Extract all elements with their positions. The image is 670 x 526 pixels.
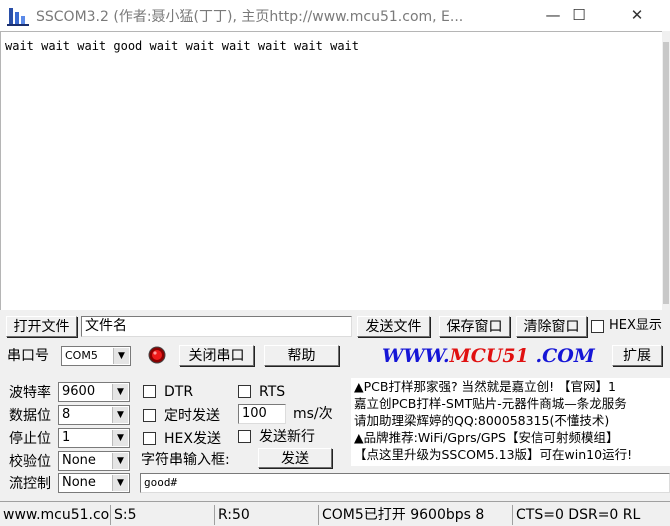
filename-input[interactable]: 文件名 xyxy=(81,316,352,337)
scrollbar-thumb[interactable] xyxy=(663,42,669,304)
hex-display-checkbox[interactable] xyxy=(591,320,604,333)
flow-label: 流控制 xyxy=(9,476,51,492)
dtr-checkbox[interactable] xyxy=(143,385,156,398)
expand-button[interactable]: 扩展 xyxy=(612,345,662,366)
chevron-down-icon: ▼ xyxy=(112,384,128,400)
baud-label: 波特率 xyxy=(9,385,51,401)
logo-www: WWW. xyxy=(382,345,450,367)
close-port-button[interactable]: 关闭串口 xyxy=(179,345,254,366)
dtr-label: DTR xyxy=(164,384,194,400)
status-separator xyxy=(318,505,319,525)
send-newline-label: 发送新行 xyxy=(259,429,315,445)
databits-select[interactable]: 8 ▼ xyxy=(58,405,130,425)
window-title: SSCOM3.2 (作者:聂小猛(丁丁), 主页http://www.mcu51… xyxy=(36,9,464,25)
flow-select[interactable]: None ▼ xyxy=(58,473,130,493)
chevron-down-icon: ▼ xyxy=(112,430,128,446)
baud-value: 9600 xyxy=(62,384,96,399)
status-separator xyxy=(512,505,513,525)
interval-unit-label: ms/次 xyxy=(293,406,333,422)
parity-label: 校验位 xyxy=(9,454,51,470)
databits-value: 8 xyxy=(62,407,71,422)
flow-value: None xyxy=(62,475,96,490)
help-button[interactable]: 帮助 xyxy=(264,345,339,366)
close-button[interactable]: ✕ xyxy=(614,0,660,31)
maximize-button[interactable]: ☐ xyxy=(556,0,602,31)
ad-line-1[interactable]: ▲PCB打样那家强? 当然就是嘉立创! 【官网】1 xyxy=(354,379,616,394)
send-newline-checkbox[interactable] xyxy=(238,430,251,443)
interval-input[interactable]: 100 xyxy=(238,404,286,424)
port-select[interactable]: COM5 ▼ xyxy=(61,346,131,366)
status-separator xyxy=(110,505,111,525)
status-lines: CTS=0 DSR=0 RL xyxy=(516,507,641,523)
hex-display-label: HEX显示 xyxy=(609,318,662,333)
ad-line-4[interactable]: ▲品牌推荐:WiFi/Gprs/GPS【安信可射频模组】 xyxy=(354,430,619,445)
chevron-down-icon: ▼ xyxy=(112,475,128,491)
status-site: www.mcu51.com xyxy=(3,507,109,523)
stopbits-value: 1 xyxy=(62,430,71,445)
rts-label: RTS xyxy=(259,384,286,400)
chevron-down-icon: ▼ xyxy=(112,453,128,469)
title-bar: SSCOM3.2 (作者:聂小猛(丁丁), 主页http://www.mcu51… xyxy=(0,0,670,31)
status-received: R:50 xyxy=(218,507,250,523)
receive-textarea[interactable]: wait wait wait good wait wait wait wait … xyxy=(0,31,662,310)
status-bar: www.mcu51.com S:5 R:50 COM5已打开 9600bps 8… xyxy=(0,501,670,526)
chevron-down-icon: ▼ xyxy=(112,407,128,423)
stopbits-label: 停止位 xyxy=(9,431,51,447)
ad-line-5[interactable]: 【点这里升级为SSCOM5.13版】可在win10运行! xyxy=(354,447,632,462)
send-button[interactable]: 发送 xyxy=(258,448,332,468)
timed-send-checkbox[interactable] xyxy=(143,409,156,422)
save-window-button[interactable]: 保存窗口 xyxy=(439,316,510,337)
status-port: COM5已打开 9600bps 8 xyxy=(322,507,485,523)
receive-text: wait wait wait good wait wait wait wait … xyxy=(5,39,360,53)
clear-window-button[interactable]: 清除窗口 xyxy=(516,316,587,337)
port-select-value: COM5 xyxy=(65,349,98,362)
open-file-button[interactable]: 打开文件 xyxy=(6,316,77,337)
port-label: 串口号 xyxy=(7,348,49,364)
hex-send-label: HEX发送 xyxy=(164,431,221,447)
parity-value: None xyxy=(62,453,96,468)
send-file-button[interactable]: 发送文件 xyxy=(357,316,430,337)
status-sent: S:5 xyxy=(114,507,137,523)
stopbits-select[interactable]: 1 ▼ xyxy=(58,428,130,448)
status-separator xyxy=(214,505,215,525)
databits-label: 数据位 xyxy=(9,408,51,424)
logo-mcu51: MCU51 xyxy=(449,345,529,367)
rts-checkbox[interactable] xyxy=(238,385,251,398)
timed-send-label: 定时发送 xyxy=(164,408,220,424)
send-input[interactable]: good# xyxy=(140,473,670,493)
mcu51-logo[interactable]: WWW.MCU51 .COM xyxy=(382,345,595,367)
ad-panel[interactable]: ▲PCB打样那家强? 当然就是嘉立创! 【官网】1 嘉立创PCB打样-SMT贴片… xyxy=(351,378,670,466)
chevron-down-icon: ▼ xyxy=(113,348,129,364)
baud-select[interactable]: 9600 ▼ xyxy=(58,382,130,402)
ad-line-2[interactable]: 嘉立创PCB打样-SMT贴片-元器件商城—条龙服务 xyxy=(354,396,627,411)
vertical-scrollbar[interactable] xyxy=(662,31,670,310)
app-icon xyxy=(7,6,29,26)
hex-send-checkbox[interactable] xyxy=(143,432,156,445)
logo-com: .COM xyxy=(528,345,595,367)
ad-line-3[interactable]: 请加助理梁辉婷的QQ:800058315(不懂技术) xyxy=(354,413,609,428)
parity-select[interactable]: None ▼ xyxy=(58,451,130,471)
input-label: 字符串输入框: xyxy=(141,452,230,468)
port-status-icon xyxy=(148,346,166,364)
